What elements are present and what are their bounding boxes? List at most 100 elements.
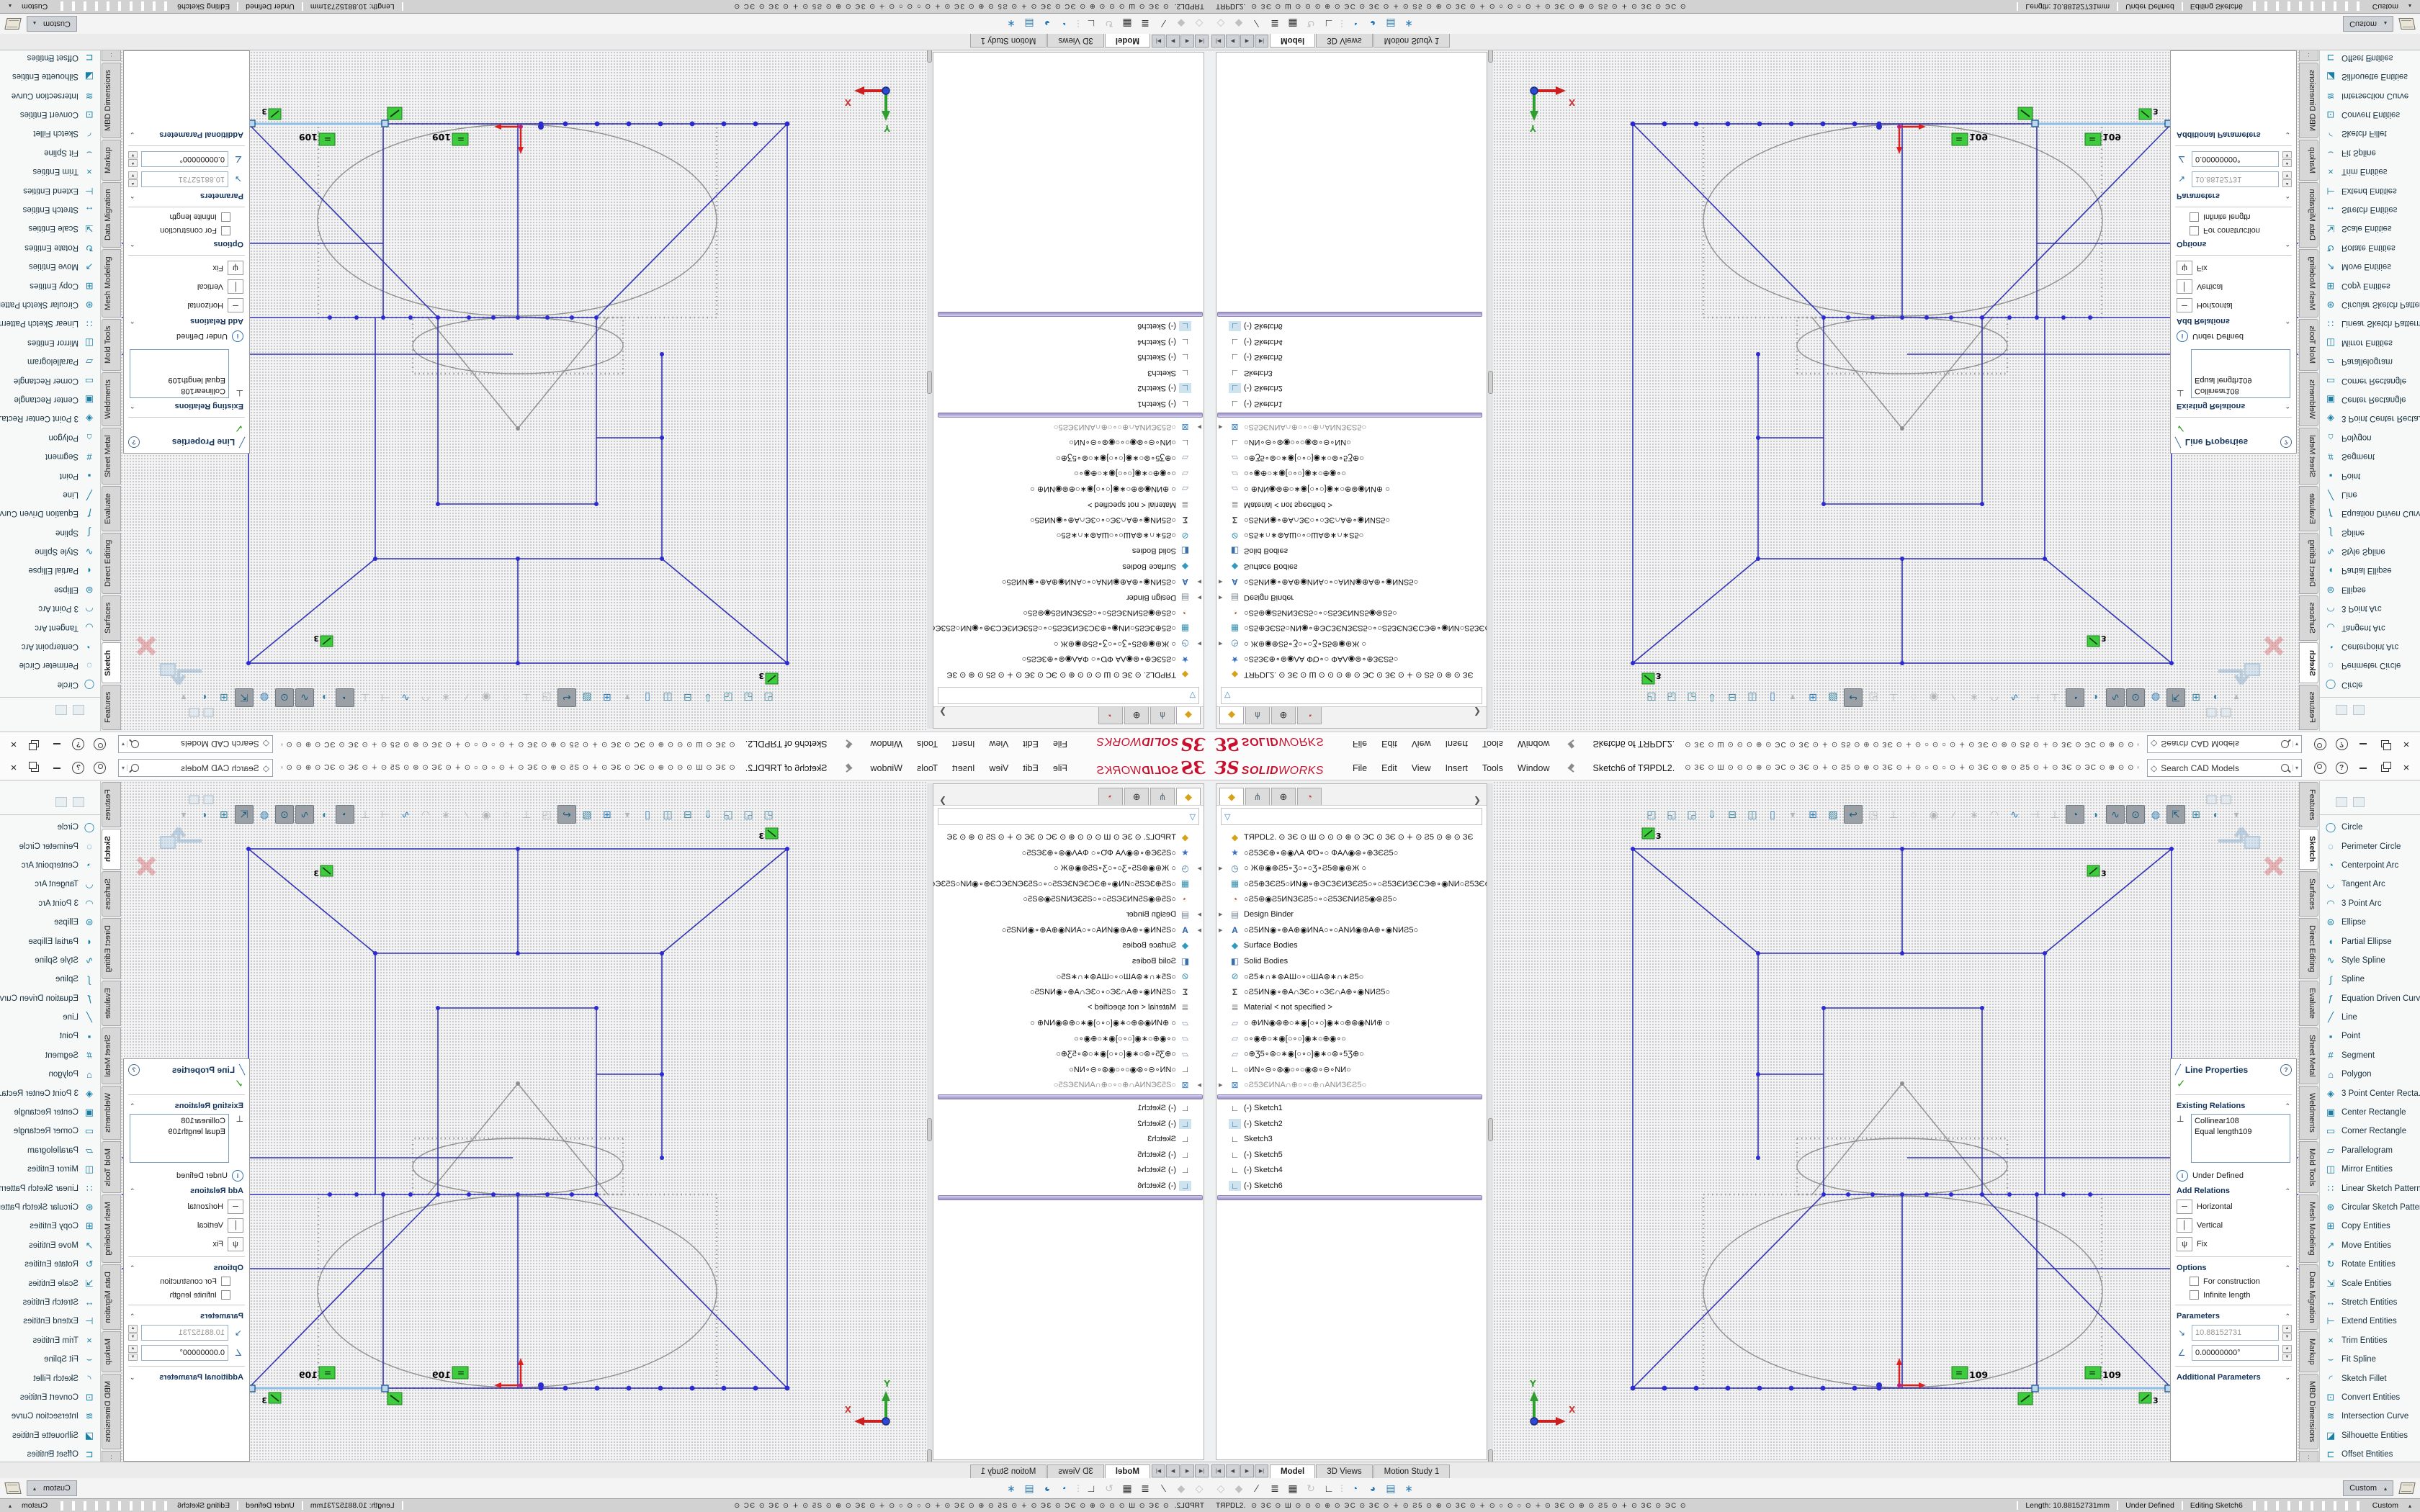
headsup-button[interactable]: ∗ (1965, 805, 1984, 824)
command-tab[interactable]: MBD Dimensions (2299, 63, 2318, 138)
display-tool-button[interactable]: ◆ (1231, 16, 1247, 32)
flyout-tool[interactable]: ⊛ Circular Sketch Pattern (2320, 295, 2420, 314)
headsup-button[interactable]: ⊣ (376, 688, 395, 707)
flyout-tool[interactable]: ◯ Circle (0, 675, 100, 694)
headsup-button[interactable]: ◐ (2207, 688, 2226, 707)
tree-filter-field[interactable]: ▽ (1221, 808, 1482, 825)
menu-item[interactable]: Insert (1438, 737, 1475, 752)
flyout-tool[interactable]: ∷ Linear Sketch Pattern (0, 1179, 100, 1197)
headsup-button[interactable]: ◱ (1662, 805, 1681, 824)
sketch-row[interactable]: ∟ (-) Sketch6 (1216, 319, 1487, 335)
flyout-tool[interactable]: ∫ Spline (2320, 523, 2420, 541)
restore-button[interactable] (2375, 736, 2394, 753)
panel-help-icon[interactable]: ? (128, 436, 140, 448)
featuremanager-tab[interactable]: ◔ (1098, 788, 1123, 805)
display-tool-button[interactable]: ≣ (1267, 1480, 1283, 1496)
panel-splitter[interactable] (927, 52, 933, 729)
command-tab-overflow[interactable]: : (2299, 49, 2318, 61)
headsup-button[interactable]: ⊞ (598, 805, 617, 824)
headsup-button[interactable]: ◍ (2146, 688, 2165, 707)
relation-button-icon[interactable]: ─ (2177, 1200, 2192, 1214)
search-icon[interactable] (2281, 764, 2289, 772)
headsup-button[interactable]: ▾ (174, 805, 193, 824)
sketch-row[interactable]: ∟ (-) Sketch1 (1216, 1101, 1487, 1117)
search-dropdown-icon[interactable]: ▾ (2293, 765, 2298, 771)
display-tool-button[interactable]: ▤ (1383, 1480, 1399, 1496)
tab-nav-button[interactable]: |◀ (1211, 35, 1225, 48)
tree-row[interactable]: ◆ TЯPDL2. ⊙ ЗЄ ⊙ Ш ⊙ ⊙ ⊙ ⊕ ⊙ ЭС ⊙ ЗЄ ⊙ ∔… (933, 667, 1204, 683)
add-relations-header[interactable]: Add Relations ⌃ (124, 1183, 249, 1197)
flyout-tool[interactable]: ∷ Linear Sketch Pattern (2320, 1179, 2420, 1197)
featuremanager-tab[interactable]: ⊕ (1124, 788, 1149, 805)
add-relations-header[interactable]: Add Relations ⌃ (2171, 315, 2296, 329)
command-tab[interactable]: Mesh Modeling (2299, 249, 2318, 318)
tab-nav-button[interactable]: ◀ (1226, 1464, 1240, 1477)
expand-arrow-icon[interactable]: ▶ (1219, 912, 1226, 917)
ok-checkmark-icon[interactable]: ✓ (2171, 420, 2296, 435)
relation-button-icon[interactable]: │ (2177, 279, 2192, 294)
option-row[interactable]: Infinite length (124, 1288, 249, 1302)
checkbox[interactable] (221, 212, 230, 222)
display-tool-button[interactable]: ↻ (1303, 16, 1319, 32)
flyout-tool[interactable]: ◜ Sketch Fillet (0, 124, 100, 143)
featuremanager-tab[interactable]: ⊕ (1271, 707, 1296, 724)
display-tool-button[interactable]: ∟ (1083, 1480, 1099, 1496)
flyout-tool[interactable]: ▭ Corner Rectangle (0, 1122, 100, 1140)
display-tool-button[interactable]: ∗ (1003, 1480, 1019, 1496)
flyout-tool[interactable]: ◜ Sketch Fillet (2320, 124, 2420, 143)
flyout-tool[interactable]: ◫ Mirror Entities (2320, 1160, 2420, 1179)
command-tab[interactable]: Sheet Metal (2299, 1027, 2318, 1084)
menu-item[interactable]: Insert (945, 737, 982, 752)
units-book-icon[interactable] (4, 18, 21, 30)
headsup-button[interactable]: ◳ (537, 805, 556, 824)
headsup-button[interactable]: ◱ (739, 805, 758, 824)
headsup-button[interactable]: ↩ (1844, 805, 1863, 824)
relation-item[interactable]: Equal length109 (2195, 1127, 2287, 1138)
command-tab[interactable]: Direct Editing (2299, 533, 2318, 594)
display-tool-button[interactable]: ◔ (1347, 16, 1363, 32)
tree-row[interactable]: ◆ TЯPDL2. ⊙ ЗЄ ⊙ Ш ⊙ ⊙ ⊙ ⊕ ⊙ ЭС ⊙ ЗЄ ⊙ ∔… (933, 829, 1204, 845)
headsup-button[interactable]: ◰ (1642, 688, 1661, 707)
command-tab[interactable]: Mesh Modeling (102, 249, 121, 318)
tree-row[interactable]: ▱ ○⊕Ʒ5∘⊛○∗◉[○∘○]◉∗○⊛∘5Ʒ⊕○ (1216, 1046, 1487, 1062)
tree-row[interactable]: Σ ○Ƨ5ИΝ◉∘⊕А∩ЗЄ○∘○ЗЄ∩А⊕∘◉ΝИƧ5○ (933, 984, 1204, 1000)
tree-row[interactable]: ⊘ ○Ƨ5∗∩∗⊛АШ○∘○ША⊛∗∩∗Ƨ5○ (933, 528, 1204, 544)
command-tab[interactable]: Evaluate (102, 981, 121, 1026)
flyout-tool[interactable]: ◖ Partial Ellipse (2320, 932, 2420, 950)
sketch-row[interactable]: ∟ (-) Sketch6 (933, 319, 1204, 335)
relation-item[interactable]: Collinear108 (133, 1116, 225, 1127)
expand-arrow-icon[interactable]: ▶ (1194, 912, 1201, 917)
flyout-tool[interactable]: ▭ Corner Rectangle (0, 371, 100, 390)
relation-button-icon[interactable]: ψ (2177, 261, 2192, 275)
menu-item[interactable]: View (1404, 760, 1438, 776)
add-relation-row[interactable]: ─ Horizontal (124, 1197, 249, 1216)
headsup-button[interactable]: ∿ (295, 688, 314, 707)
command-tab[interactable]: Data Migration (102, 1264, 121, 1331)
flyout-tool[interactable]: ⇲ Scale Entities (0, 219, 100, 238)
flyout-tool[interactable]: ▱ Parallelogram (0, 352, 100, 371)
menu-item[interactable]: Window (1510, 760, 1556, 776)
headsup-button[interactable]: ⊞ (1803, 688, 1822, 707)
tree-row[interactable]: ▶ ▤ Design Binder (1216, 907, 1487, 923)
headsup-button[interactable]: ▾ (174, 688, 193, 707)
flyout-tool[interactable]: ↻ Rotate Entities (2320, 238, 2420, 257)
command-tab[interactable]: Markup (102, 1331, 121, 1372)
flyout-tool[interactable]: ∫ Spline (0, 970, 100, 989)
flyout-tool[interactable]: ⌂ Polygon (0, 428, 100, 447)
headsup-button[interactable]: ⊙ (2126, 688, 2145, 707)
tree-row[interactable]: ▶ ◷ ○ Ж⊛◉⊕Ƨ5∘Ʒ○∘○Ʒ∘Ƨ5⊕◉⊛Ж ○ (933, 636, 1204, 652)
relation-button-icon[interactable]: │ (2177, 1218, 2192, 1233)
document-tab[interactable]: 3D Views (1316, 1464, 1372, 1478)
status-custom-dropdown[interactable]: Custom▴ (2364, 2, 2420, 11)
flyout-tool[interactable]: ◌ Perimeter Circle (2320, 837, 2420, 855)
flyout-tool[interactable]: ∷ Linear Sketch Pattern (2320, 314, 2420, 333)
headsup-button[interactable]: ◔ (2066, 805, 2084, 824)
options-header[interactable]: Options ⌃ (124, 238, 249, 252)
search-icon[interactable] (2281, 740, 2289, 748)
document-tab[interactable]: 3D Views (1047, 34, 1103, 48)
headsup-button[interactable]: ⊥ (1884, 805, 1903, 824)
headsup-button[interactable]: ⊞ (2187, 805, 2205, 824)
headsup-button[interactable]: ◉ (477, 805, 496, 824)
headsup-button[interactable]: ▯ (638, 805, 657, 824)
panel-help-icon[interactable]: ? (2280, 436, 2292, 448)
